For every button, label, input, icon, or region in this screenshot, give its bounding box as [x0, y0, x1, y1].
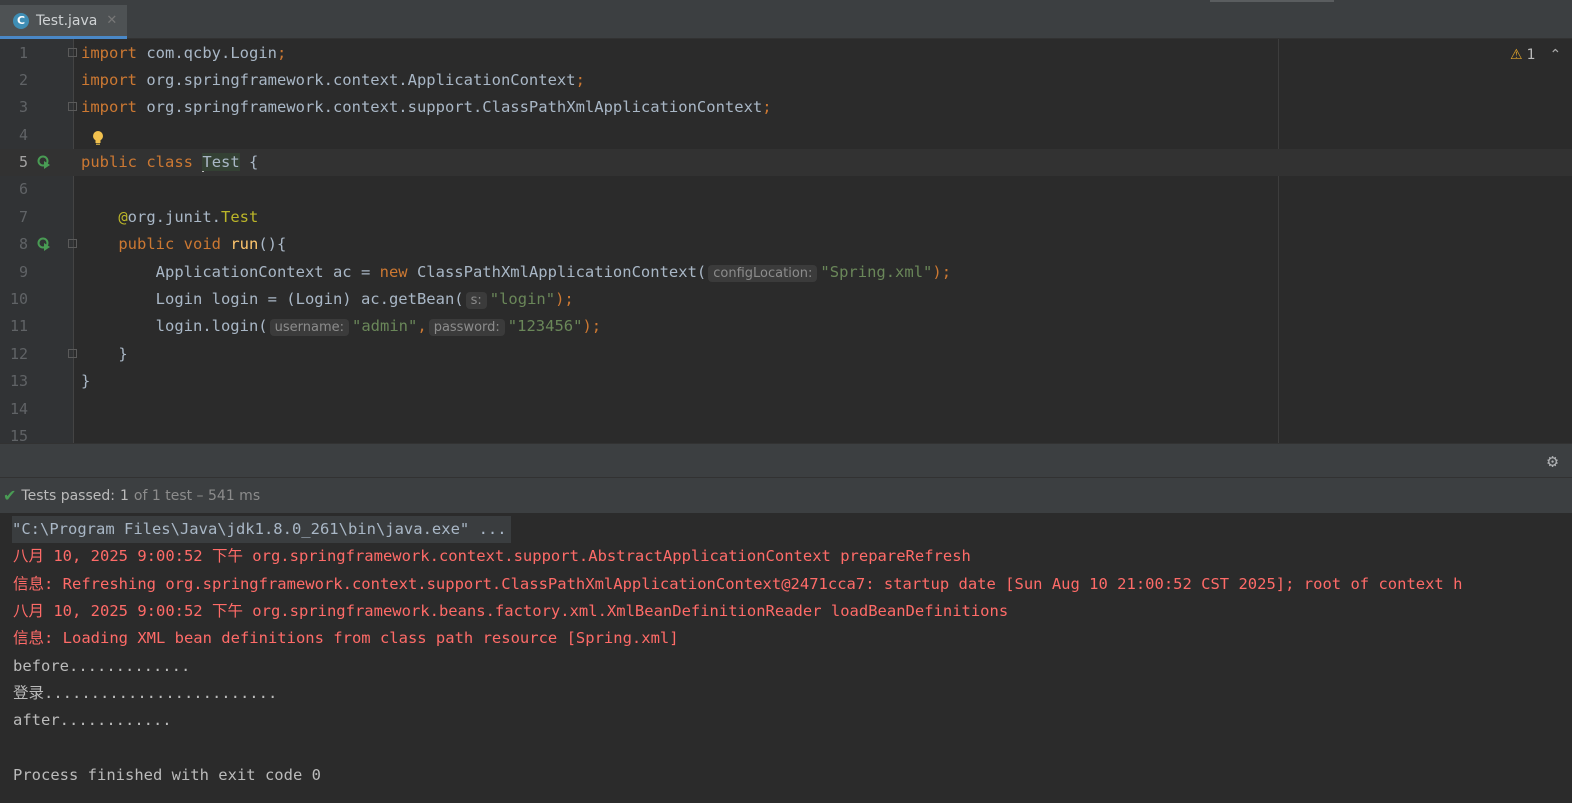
tab-label: Test.java	[36, 12, 98, 29]
line-number: 13	[9, 372, 28, 390]
parameter-hint: password:	[428, 319, 505, 336]
editor-tab-bar: C Test.java ✕	[0, 0, 1572, 39]
tests-passed-detail: of 1 test – 541 ms	[133, 487, 261, 504]
code-line-3: 3 import org.springframework.context.sup…	[0, 94, 1572, 121]
code-editor[interactable]: ⚠ 1 ⌃ 1 import com.qcby.Login; 2 import …	[0, 39, 1572, 443]
parameter-hint: s:	[465, 292, 487, 309]
console-line: 登录.........................	[13, 684, 278, 702]
code-line-7: 7 @org.junit.Test	[0, 204, 1572, 231]
fold-icon[interactable]	[68, 239, 77, 248]
line-number: 15	[9, 427, 28, 443]
code-line-6: 6	[0, 176, 1572, 203]
console-line: 八月 10, 2025 9:00:52 下午 org.springframewo…	[13, 547, 971, 565]
code-line-11: 11 login.login(username: "admin", password…	[0, 313, 1572, 340]
console-line: 信息: Loading XML bean definitions from cl…	[13, 629, 679, 647]
code-text: }	[118, 345, 128, 363]
code-line-12: 12 }	[0, 341, 1572, 368]
code-text: public class Test {	[81, 153, 259, 172]
line-number: 10	[9, 290, 28, 308]
line-number: 12	[9, 345, 28, 363]
code-line-8: 8 public void run(){	[0, 231, 1572, 258]
code-text: import org.springframework.context.Appli…	[81, 71, 585, 89]
line-number: 4	[18, 126, 28, 144]
close-icon[interactable]: ✕	[106, 13, 117, 28]
line-number: 2	[18, 71, 28, 89]
code-text: import org.springframework.context.suppo…	[81, 98, 772, 116]
fold-icon[interactable]	[68, 48, 77, 57]
code-text: }	[81, 372, 91, 390]
console-line: 信息: Refreshing org.springframework.conte…	[13, 575, 1463, 593]
tab-bar-indicator	[1210, 0, 1334, 2]
line-number: 1	[18, 44, 28, 62]
code-line-2: 2 import org.springframework.context.App…	[0, 67, 1572, 94]
console-line: after............	[13, 711, 172, 729]
code-line-5: 5 public class Test {	[0, 149, 1572, 176]
line-number: 5	[18, 153, 28, 171]
code-line-10: 10 Login login = (Login) ac.getBean(s: "l…	[0, 286, 1572, 313]
code-text: @org.junit.Test	[118, 208, 259, 226]
line-number: 9	[18, 263, 28, 281]
lightbulb-icon[interactable]	[92, 130, 104, 146]
run-tool-window-header: ⚙	[0, 443, 1572, 477]
code-text: login.login(username: "admin", password: "1…	[155, 317, 602, 336]
console-line: Process finished with exit code 0	[13, 766, 321, 784]
code-line-9: 9 ApplicationContext ac = new ClassPathX…	[0, 259, 1572, 286]
parameter-hint: username:	[269, 319, 350, 336]
code-text: Login login = (Login) ac.getBean(s: "logi…	[155, 290, 574, 309]
line-number: 11	[9, 317, 28, 335]
line-number: 14	[9, 400, 28, 418]
check-icon: ✔	[3, 486, 17, 505]
tab-test-java[interactable]: C Test.java ✕	[0, 5, 127, 39]
code-line-1: 1 import com.qcby.Login;	[0, 40, 1572, 67]
code-text: import com.qcby.Login;	[81, 44, 287, 62]
line-number: 6	[18, 180, 28, 198]
fold-icon[interactable]	[68, 349, 77, 358]
test-status-bar: ✔ Tests passed: 1 of 1 test – 541 ms	[0, 477, 1572, 513]
code-text: ApplicationContext ac = new ClassPathXml…	[155, 263, 952, 282]
java-class-icon: C	[13, 12, 29, 29]
line-number: 3	[18, 98, 28, 116]
fold-icon[interactable]	[68, 102, 77, 111]
code-line-15: 15	[0, 423, 1572, 443]
console-line[interactable]: "C:\Program Files\Java\jdk1.8.0_261\bin\…	[12, 516, 511, 543]
code-line-4: 4	[0, 122, 1572, 149]
code-line-13: 13 }	[0, 368, 1572, 395]
tests-passed-count: 1	[120, 487, 129, 504]
code-line-14: 14	[0, 396, 1572, 423]
console-output[interactable]: "C:\Program Files\Java\jdk1.8.0_261\bin\…	[0, 513, 1572, 803]
tests-passed-label: Tests passed:	[21, 487, 115, 504]
code-text: public void run(){	[118, 235, 287, 253]
line-number: 8	[18, 235, 28, 253]
line-number: 7	[18, 208, 28, 226]
parameter-hint: configLocation:	[708, 265, 818, 282]
run-test-icon[interactable]	[37, 155, 51, 169]
console-line: 八月 10, 2025 9:00:52 下午 org.springframewo…	[13, 602, 1009, 620]
run-test-icon[interactable]	[37, 237, 51, 251]
console-line: before.............	[13, 657, 191, 675]
gear-icon[interactable]: ⚙	[1547, 451, 1558, 472]
